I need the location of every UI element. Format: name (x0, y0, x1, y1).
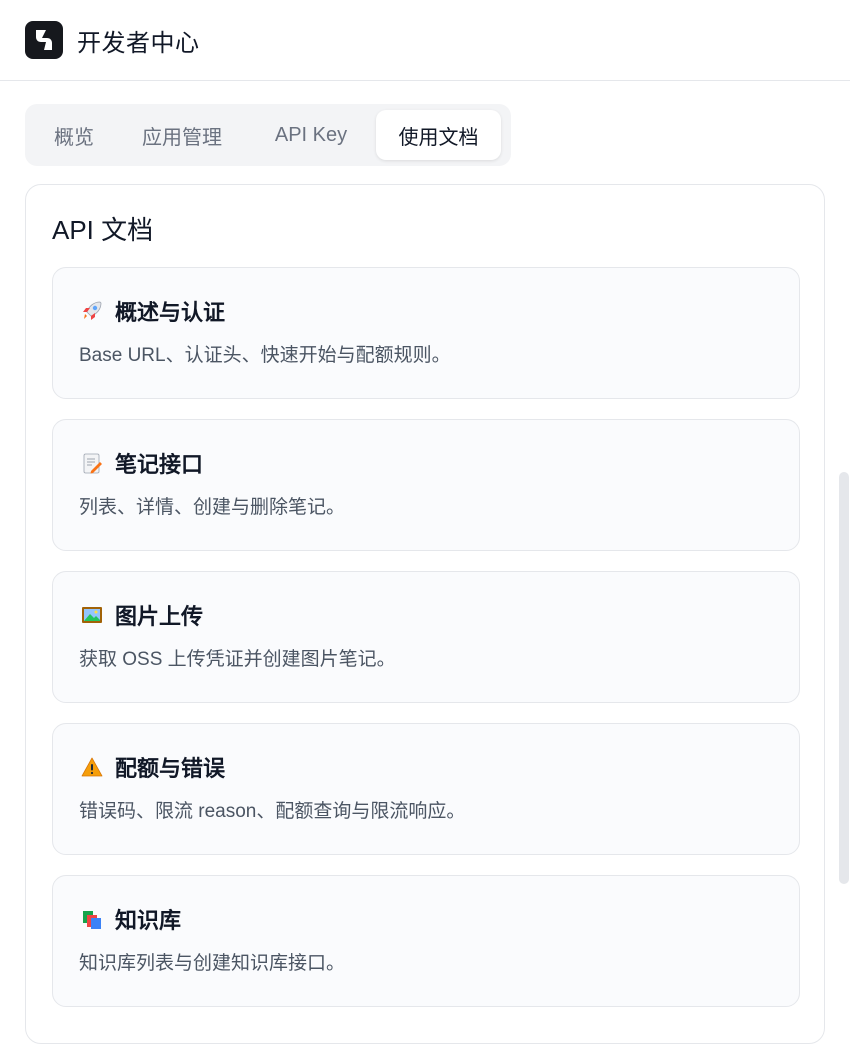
tab-bar: 概览 应用管理 API Key 使用文档 (25, 104, 511, 166)
card-desc: Base URL、认证头、快速开始与配额规则。 (79, 345, 451, 366)
card-title: 图片上传 (115, 604, 204, 629)
card-desc: 获取 OSS 上传凭证并创建图片笔记。 (79, 649, 396, 670)
tab-docs[interactable]: 使用文档 (376, 110, 501, 160)
panel-title: API 文档 (52, 215, 154, 245)
card-title: 配额与错误 (115, 756, 226, 781)
vertical-scrollbar[interactable] (839, 472, 849, 884)
docs-panel: API 文档 概述与认证 Base URL、认证头、快速开始与配额规则。 笔记接… (25, 184, 825, 1044)
doc-card-notes[interactable]: 笔记接口 列表、详情、创建与删除笔记。 (52, 419, 800, 551)
doc-card-image-upload[interactable]: 图片上传 获取 OSS 上传凭证并创建图片笔记。 (52, 571, 800, 703)
tab-overview[interactable]: 概览 (30, 110, 118, 160)
app-title: 开发者中心 (77, 29, 200, 57)
card-title: 概述与认证 (115, 300, 226, 325)
card-desc: 错误码、限流 reason、配额查询与限流响应。 (79, 801, 466, 822)
doc-card-quota-errors[interactable]: 配额与错误 错误码、限流 reason、配额查询与限流响应。 (52, 723, 800, 855)
memo-icon (79, 450, 105, 476)
tab-api-key[interactable]: API Key (246, 110, 376, 160)
rocket-icon (79, 298, 105, 324)
top-header: 开发者中心 (0, 0, 850, 81)
card-desc: 列表、详情、创建与删除笔记。 (79, 497, 346, 518)
card-desc: 知识库列表与创建知识库接口。 (79, 953, 346, 974)
doc-card-overview[interactable]: 概述与认证 Base URL、认证头、快速开始与配额规则。 (52, 267, 800, 399)
picture-icon (79, 602, 105, 628)
card-title: 知识库 (115, 908, 182, 933)
app-logo-icon[interactable] (25, 21, 63, 59)
warning-icon (79, 754, 105, 780)
books-icon (79, 906, 105, 932)
card-title: 笔记接口 (115, 452, 204, 477)
doc-card-knowledge-base[interactable]: 知识库 知识库列表与创建知识库接口。 (52, 875, 800, 1007)
tab-app-management[interactable]: 应用管理 (118, 110, 246, 160)
